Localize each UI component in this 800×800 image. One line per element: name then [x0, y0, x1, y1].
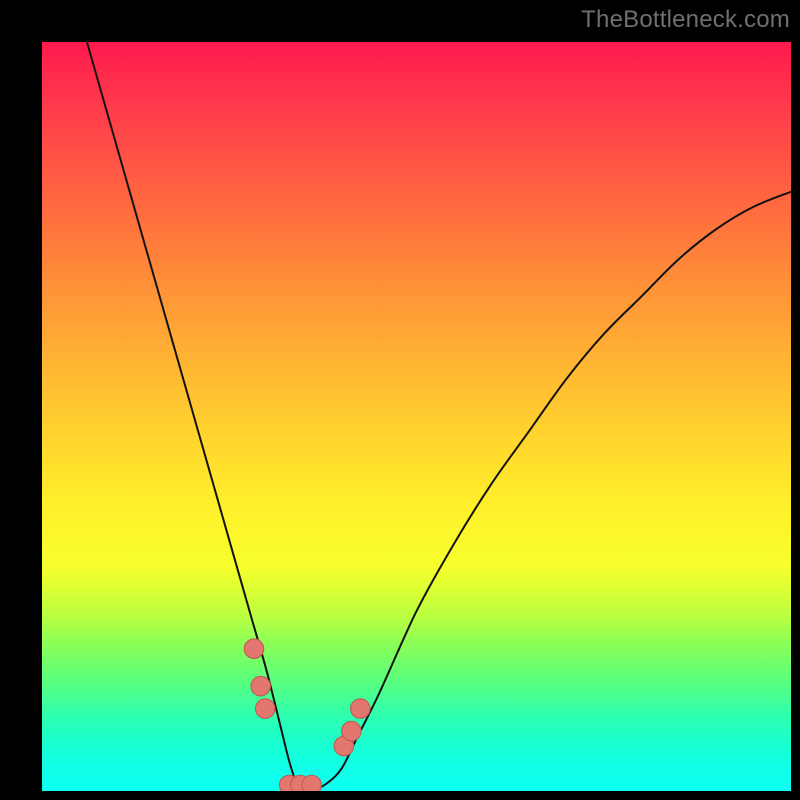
curve-marker: [255, 699, 274, 718]
chart-curve: [87, 42, 791, 791]
curve-marker: [351, 699, 370, 718]
chart-plot-area: [42, 42, 791, 791]
curve-marker: [251, 676, 270, 695]
curve-marker: [302, 775, 321, 791]
curve-marker: [244, 639, 263, 658]
curve-path: [87, 42, 791, 791]
chart-stage: TheBottleneck.com: [0, 0, 800, 800]
watermark-text: TheBottleneck.com: [581, 6, 790, 34]
chart-svg: [42, 42, 791, 791]
curve-marker: [342, 721, 361, 740]
